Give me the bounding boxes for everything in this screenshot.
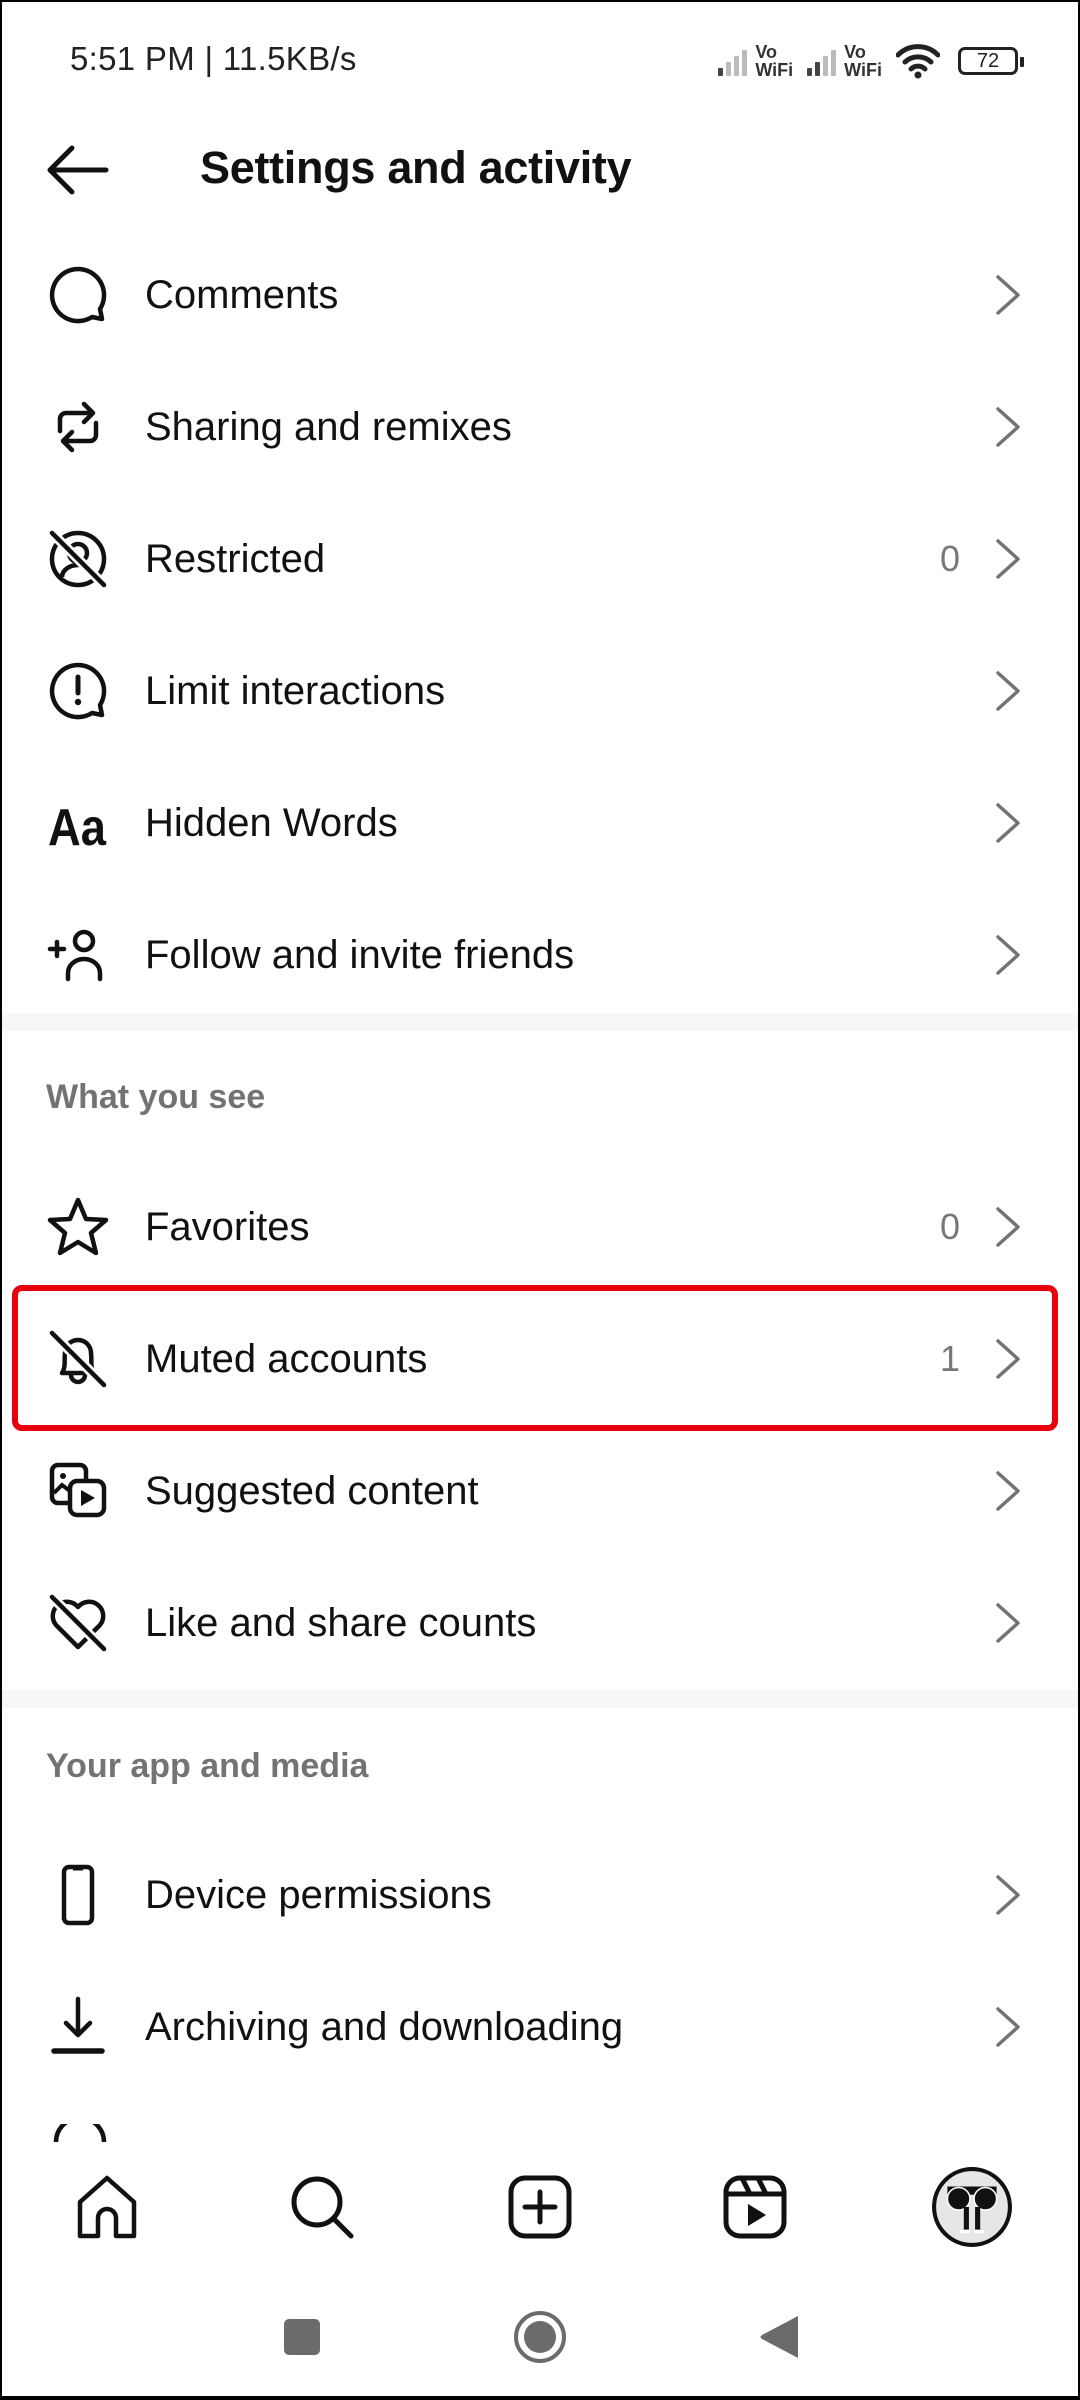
settings-item-limit-interactions[interactable]: Limit interactions [2, 625, 1078, 757]
chevron-right-icon [996, 803, 1020, 843]
wifi-icon [896, 44, 940, 79]
svg-text:Aa: Aa [48, 799, 107, 855]
chevron-right-icon [996, 2007, 1020, 2047]
section-heading-what-you-see: What you see [46, 1078, 266, 1116]
vowifi-bottom: WiFi [755, 60, 794, 80]
bell-off-icon [44, 1325, 112, 1393]
media-stack-icon [44, 1457, 112, 1525]
settings-item-device-permissions[interactable]: Device permissions [2, 1829, 1078, 1961]
partial-row-icon [53, 2124, 107, 2143]
settings-item-label: Comments [145, 272, 339, 317]
header: Settings and activity [2, 122, 1078, 222]
settings-item-favorites[interactable]: Favorites 0 [2, 1161, 1078, 1293]
signal-sim1-icon [718, 46, 748, 76]
battery-level: 72 [976, 49, 1000, 72]
vowifi-top: Vo [844, 42, 866, 62]
share-remix-icon [44, 393, 112, 461]
chevron-right-icon [996, 935, 1020, 975]
settings-item-label: Hidden Words [145, 800, 398, 845]
settings-item-restricted[interactable]: Restricted 0 [2, 493, 1078, 625]
vowifi-bottom: WiFi [844, 60, 882, 80]
star-icon [44, 1193, 112, 1261]
nav-profile[interactable] [917, 2152, 1027, 2262]
section-heading-your-app-media: Your app and media [46, 1747, 369, 1785]
settings-item-label: Favorites [145, 1204, 310, 1249]
item-count: 0 [939, 538, 960, 579]
plus-square-icon [508, 2175, 572, 2239]
settings-item-comments[interactable]: Comments [2, 229, 1078, 361]
nav-reels[interactable] [700, 2152, 810, 2262]
chevron-right-icon [996, 1207, 1020, 1247]
profile-avatar-icon [932, 2167, 1012, 2247]
arrow-left-icon [47, 145, 109, 195]
screen: 5:51 PM | 11.5KB/s Vo WiFi Vo WiFi 72 Se… [2, 2, 1078, 2396]
alert-bubble-icon [44, 657, 112, 725]
settings-item-muted-accounts[interactable]: Muted accounts 1 [2, 1293, 1078, 1425]
settings-item-suggested-content[interactable]: Suggested content [2, 1425, 1078, 1557]
add-person-icon [44, 921, 112, 989]
settings-item-sharing-remixes[interactable]: Sharing and remixes [2, 361, 1078, 493]
settings-item-label: Suggested content [145, 1468, 479, 1513]
chevron-right-icon [996, 1603, 1020, 1643]
triangle-back-icon [760, 2316, 798, 2358]
settings-item-archiving-downloading[interactable]: Archiving and downloading [2, 1961, 1078, 2093]
settings-item-follow-invite[interactable]: Follow and invite friends [2, 889, 1078, 1021]
comment-bubble-icon [44, 261, 112, 329]
settings-item-label: Muted accounts [145, 1336, 428, 1381]
settings-item-label: Limit interactions [145, 668, 446, 713]
text-aa-icon: Aa [44, 789, 112, 857]
home-icon [77, 2175, 137, 2239]
status-time-speed: 5:51 PM | 11.5KB/s [70, 40, 357, 77]
system-home-button[interactable] [500, 2302, 580, 2372]
vowifi-sim2-label: Vo WiFi [844, 43, 882, 79]
nav-create[interactable] [485, 2152, 595, 2262]
settings-item-label: Archiving and downloading [145, 2004, 624, 2049]
section-divider [2, 1690, 1078, 1708]
chevron-right-icon [996, 275, 1020, 315]
system-recents-button[interactable] [262, 2302, 342, 2372]
heart-off-icon [44, 1589, 112, 1657]
chevron-right-icon [996, 671, 1020, 711]
status-bar: 5:51 PM | 11.5KB/s Vo WiFi Vo WiFi 72 [2, 2, 1078, 122]
chevron-right-icon [996, 1339, 1020, 1379]
system-back-button[interactable] [740, 2302, 820, 2372]
system-nav [2, 2282, 1078, 2396]
status-icons: Vo WiFi Vo WiFi 72 [718, 38, 1024, 84]
back-button[interactable] [42, 140, 112, 200]
page-title: Settings and activity [200, 142, 632, 193]
settings-item-label: Sharing and remixes [145, 404, 512, 449]
nav-search[interactable] [267, 2152, 377, 2262]
nav-home[interactable] [52, 2152, 162, 2262]
settings-item-label: Follow and invite friends [145, 932, 575, 977]
vowifi-top: Vo [755, 42, 778, 62]
settings-item-label: Device permissions [145, 1872, 492, 1917]
battery-icon: 72 [958, 47, 1024, 75]
section-divider [2, 1013, 1078, 1031]
restricted-user-icon [44, 525, 112, 593]
bottom-nav [2, 2152, 1078, 2262]
chevron-right-icon [996, 539, 1020, 579]
settings-item-label: Restricted [145, 536, 326, 581]
settings-item-like-share-counts[interactable]: Like and share counts [2, 1557, 1078, 1689]
phone-icon [44, 1861, 112, 1929]
download-icon [44, 1993, 112, 2061]
settings-item-hidden-words[interactable]: Aa Hidden Words [2, 757, 1078, 889]
signal-sim2-icon [807, 46, 837, 76]
chevron-right-icon [996, 407, 1020, 447]
settings-item-label: Like and share counts [145, 1600, 537, 1645]
vowifi-sim1-label: Vo WiFi [755, 43, 793, 79]
chevron-right-icon [996, 1875, 1020, 1915]
square-icon [284, 2319, 320, 2355]
chevron-right-icon [996, 1471, 1020, 1511]
reels-icon [723, 2175, 787, 2239]
item-count: 0 [939, 1206, 960, 1247]
circle-icon [514, 2311, 566, 2363]
search-icon [291, 2176, 354, 2239]
item-count: 1 [939, 1338, 960, 1379]
